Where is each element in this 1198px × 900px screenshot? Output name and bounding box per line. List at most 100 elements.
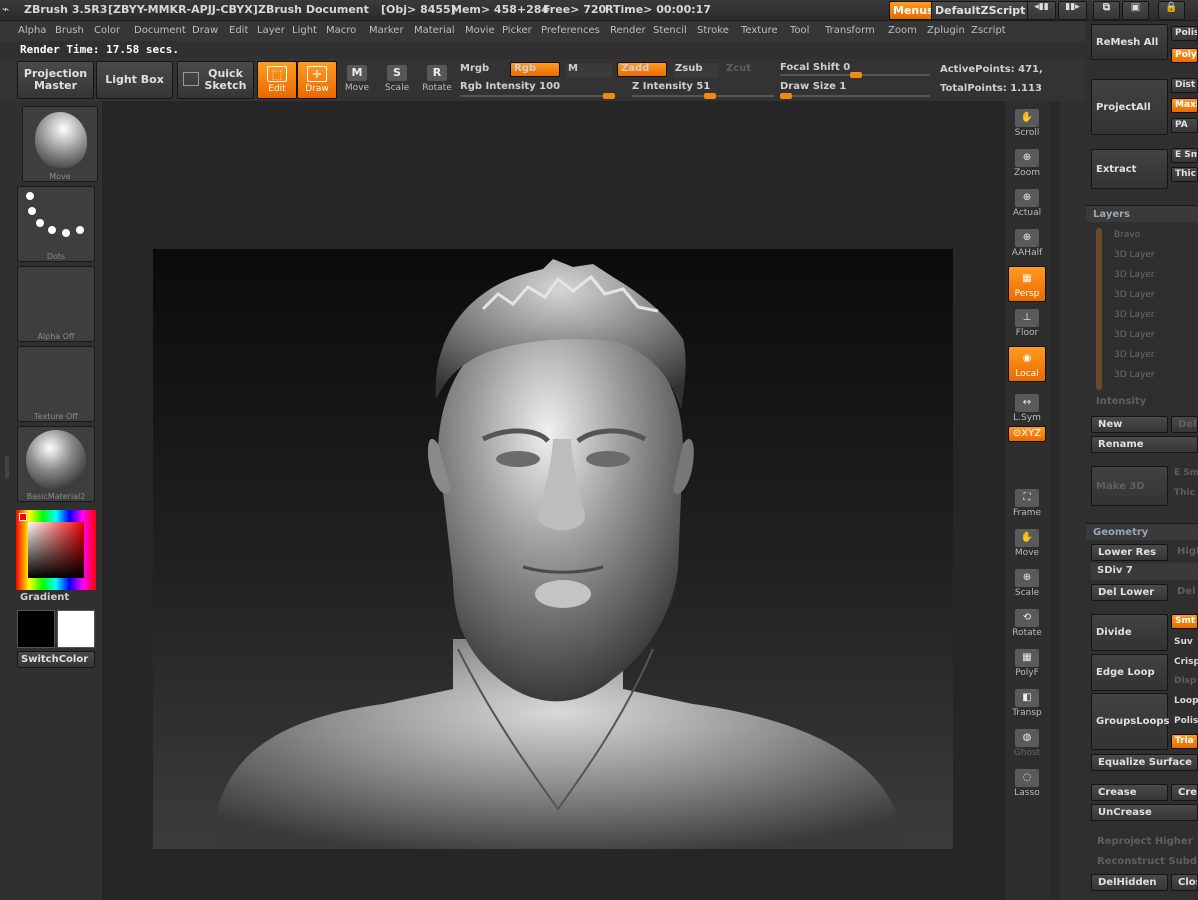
rgb-intensity-slider[interactable]: [460, 93, 615, 99]
menu-picker[interactable]: Picker: [502, 25, 532, 36]
del-lower-button[interactable]: Del Lower: [1091, 584, 1168, 601]
higher-res-button[interactable]: High: [1171, 544, 1198, 561]
scroll-right-icon[interactable]: ▮▮▸: [1058, 1, 1087, 20]
light-box-button[interactable]: Light Box: [96, 61, 173, 99]
rotate-button[interactable]: R Rotate: [417, 61, 457, 99]
lsym-button[interactable]: ↔ L.Sym: [1008, 391, 1046, 427]
dist-slider[interactable]: Dist: [1171, 78, 1198, 93]
alpha-thumbnail[interactable]: Alpha Off: [17, 266, 95, 342]
focal-shift-knob[interactable]: [850, 72, 862, 78]
default-zscript-button[interactable]: DefaultZScript: [931, 1, 1030, 20]
frame-button[interactable]: ⛶ Frame: [1008, 486, 1046, 522]
zadd-button[interactable]: Zadd: [617, 62, 667, 77]
menu-stencil[interactable]: Stencil: [653, 25, 687, 36]
menu-render[interactable]: Render: [610, 25, 646, 36]
zcut-button[interactable]: Zcut: [726, 63, 751, 74]
layer-item[interactable]: 3D Layer: [1112, 366, 1198, 384]
actual-button[interactable]: ⊕ Actual: [1008, 186, 1046, 222]
projection-master-button[interactable]: Projection Master: [17, 61, 94, 99]
menu-brush[interactable]: Brush: [55, 25, 84, 36]
main-color-swatch[interactable]: [57, 610, 95, 648]
move-button[interactable]: ✋ Move: [1008, 526, 1046, 562]
left-collapse-arrow-icon[interactable]: [5, 456, 11, 478]
reconstruct-subdiv-button[interactable]: Reconstruct Subd: [1091, 854, 1198, 871]
thickness-slider[interactable]: Thic: [1171, 167, 1198, 182]
geometry-header[interactable]: Geometry: [1086, 523, 1198, 540]
window-icon[interactable]: ▣: [1122, 1, 1149, 20]
head-sculpt-model[interactable]: [153, 249, 953, 849]
menu-light[interactable]: Light: [292, 25, 317, 36]
canvas-scrollbar[interactable]: [1050, 101, 1060, 900]
stroke-thumbnail[interactable]: Dots: [17, 186, 95, 262]
smt-toggle[interactable]: Smt: [1171, 614, 1198, 629]
crease-tolerance-slider[interactable]: Crea: [1171, 784, 1198, 801]
brush-thumbnail[interactable]: Move: [22, 106, 98, 182]
lock-icon[interactable]: 🔒: [1158, 1, 1185, 20]
scale-button[interactable]: S Scale: [377, 61, 417, 99]
texture-thumbnail[interactable]: Texture Off: [17, 346, 95, 422]
menu-zscript[interactable]: Zscript: [971, 25, 1006, 36]
ghost-button[interactable]: ◍ Ghost: [1008, 726, 1046, 762]
viewport[interactable]: [153, 249, 953, 849]
menu-zplugin[interactable]: Zplugin: [927, 25, 965, 36]
zoom-button[interactable]: ⊕ Zoom: [1008, 146, 1046, 182]
zsub-button[interactable]: Zsub: [673, 63, 719, 78]
new-layer-button[interactable]: New: [1091, 416, 1168, 433]
layer-item[interactable]: 3D Layer: [1112, 346, 1198, 364]
material-thumbnail[interactable]: BasicMaterial2: [17, 426, 95, 502]
poly-toggle[interactable]: Poly: [1171, 48, 1198, 63]
menu-draw[interactable]: Draw: [192, 25, 218, 36]
menu-movie[interactable]: Movie: [465, 25, 495, 36]
move-button[interactable]: M Move: [337, 61, 377, 99]
layer-bravo[interactable]: Bravo: [1112, 226, 1198, 244]
aahalf-button[interactable]: ⊕ AAHalf: [1008, 226, 1046, 262]
focal-shift-slider[interactable]: [780, 72, 930, 78]
menu-material[interactable]: Material: [414, 25, 455, 36]
layers-header[interactable]: Layers: [1086, 205, 1198, 222]
rename-layer-button[interactable]: Rename: [1091, 436, 1198, 453]
crisp-toggle[interactable]: Crisp: [1171, 654, 1198, 669]
rgb-intensity-knob[interactable]: [603, 93, 615, 99]
edge-loop-button[interactable]: Edge Loop: [1091, 654, 1168, 691]
scroll-left-icon[interactable]: ◂▮▮: [1027, 1, 1056, 20]
polyf-button[interactable]: ▦ PolyF: [1008, 646, 1046, 682]
layer-item[interactable]: 3D Layer: [1112, 266, 1198, 284]
menu-texture[interactable]: Texture: [741, 25, 778, 36]
z-intensity-knob[interactable]: [704, 93, 717, 99]
lasso-button[interactable]: ◌ Lasso: [1008, 766, 1046, 802]
menu-color[interactable]: Color: [94, 25, 120, 36]
layout-icon[interactable]: ⧉: [1093, 1, 1120, 20]
layer-item[interactable]: 3D Layer: [1112, 306, 1198, 324]
menu-stroke[interactable]: Stroke: [697, 25, 729, 36]
tria-toggle[interactable]: Tria: [1171, 734, 1198, 749]
persp-button[interactable]: ▦ Persp: [1008, 266, 1046, 302]
menu-tool[interactable]: Tool: [790, 25, 809, 36]
crease-button[interactable]: Crease: [1091, 784, 1168, 801]
pa-slider[interactable]: PA: [1171, 118, 1198, 133]
floor-button[interactable]: ⊥ Floor: [1008, 306, 1046, 342]
quick-sketch-button[interactable]: Quick Sketch: [177, 61, 254, 99]
layer-item[interactable]: 3D Layer: [1112, 326, 1198, 344]
layers-scrollbar[interactable]: [1096, 228, 1102, 390]
edit-button[interactable]: ⬚ Edit: [257, 61, 297, 99]
scroll-button[interactable]: ✋ Scroll: [1008, 106, 1046, 142]
draw-button[interactable]: ✛ Draw: [297, 61, 337, 99]
polish-toggle[interactable]: Polis: [1171, 26, 1198, 41]
uncrease-button[interactable]: UnCrease: [1091, 804, 1198, 821]
del-hidden-button[interactable]: DelHidden: [1091, 874, 1168, 891]
secondary-color-swatch[interactable]: [17, 610, 55, 648]
delete-layer-button[interactable]: Dele: [1171, 416, 1198, 433]
draw-size-knob[interactable]: [780, 93, 792, 99]
scale-button[interactable]: ⊕ Scale: [1008, 566, 1046, 602]
rgb-button[interactable]: Rgb: [510, 62, 560, 77]
rotate-button[interactable]: ⟲ Rotate: [1008, 606, 1046, 642]
e-smooth2-slider[interactable]: E Sm: [1171, 465, 1198, 480]
menu-alpha[interactable]: Alpha: [18, 25, 46, 36]
mrgb-button[interactable]: Mrgb: [460, 63, 489, 74]
make-3d-button[interactable]: Make 3D: [1091, 466, 1168, 506]
color-square[interactable]: [28, 522, 84, 578]
groups-loops-button[interactable]: GroupsLoops: [1091, 693, 1169, 750]
menu-macro[interactable]: Macro: [326, 25, 356, 36]
divide-button[interactable]: Divide: [1091, 614, 1168, 651]
z-intensity-slider[interactable]: [632, 93, 774, 99]
